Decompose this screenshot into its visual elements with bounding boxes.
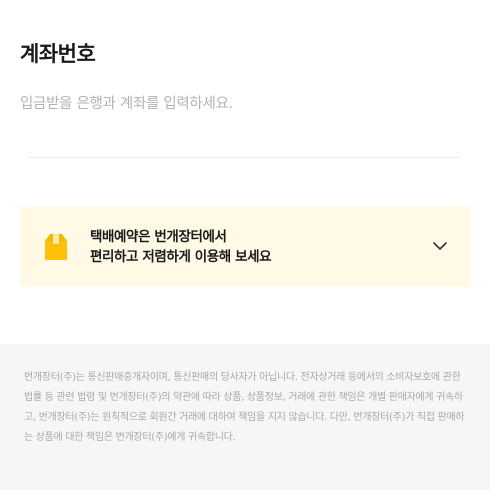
chevron-down-icon[interactable] (432, 238, 448, 254)
page-title: 계좌번호 (20, 42, 96, 66)
account-number-input[interactable] (20, 90, 468, 118)
legal-notice-text: 번개장터(주)는 통신판매중개자이며, 통신판매의 당사자가 아닙니다. 전자상… (24, 372, 465, 443)
promo-text: 택배예약은 번개장터에서 편리하고 저렴하게 이용해 보세요 (90, 227, 272, 267)
promo-line-2: 편리하고 저렴하게 이용해 보세요 (90, 249, 272, 265)
legal-notice: 번개장터(주)는 통신판매중개자이며, 통신판매의 당사자가 아닙니다. 전자상… (0, 344, 490, 490)
input-underline (28, 157, 460, 158)
box-icon (45, 234, 67, 260)
promo-line-1: 택배예약은 번개장터에서 (90, 229, 227, 245)
delivery-promo-banner[interactable]: 택배예약은 번개장터에서 편리하고 저렴하게 이용해 보세요 (20, 207, 470, 287)
